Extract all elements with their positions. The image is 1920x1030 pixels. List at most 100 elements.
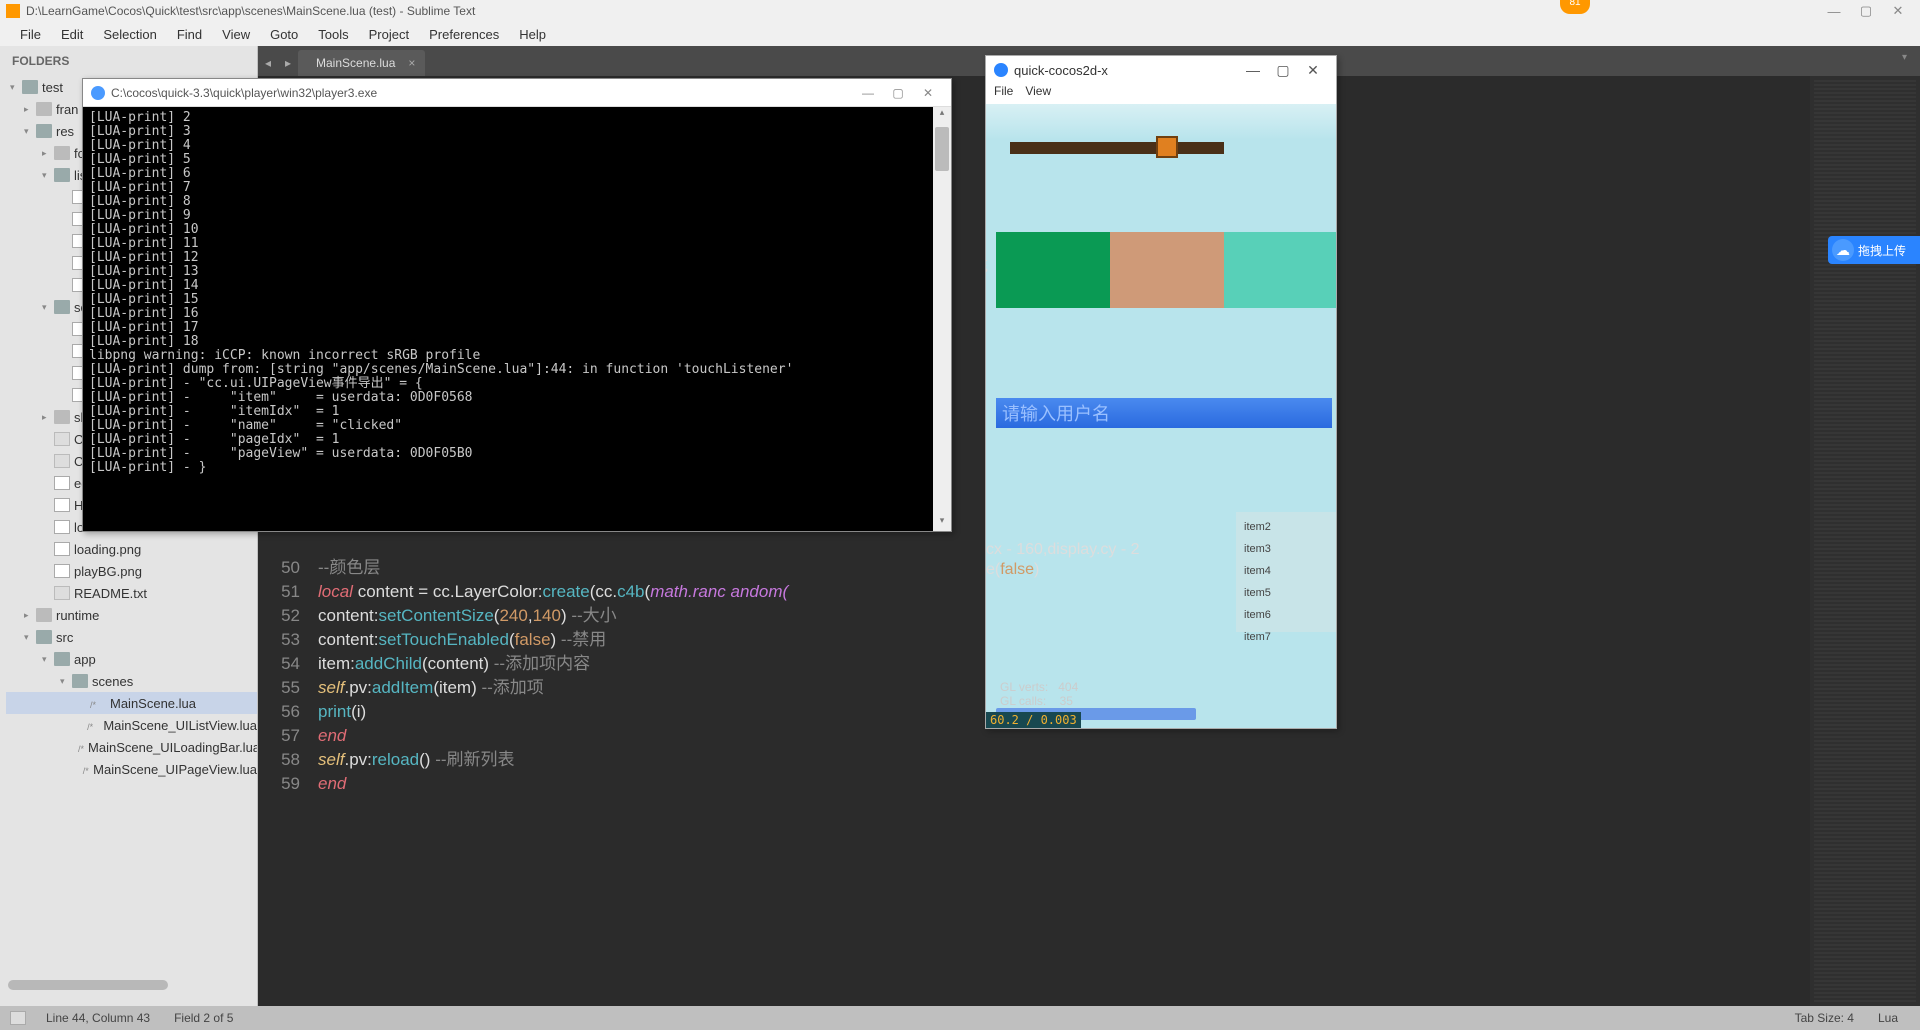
tile-green[interactable] — [996, 232, 1110, 308]
list-item[interactable]: item4 — [1244, 560, 1328, 582]
code-content: self.pv:reload() --刷新列表 — [318, 748, 515, 772]
console-scrollbar[interactable]: ▴ ▾ — [933, 107, 951, 531]
game-close[interactable]: ✕ — [1298, 62, 1328, 79]
minimize-button[interactable]: — — [1818, 4, 1850, 19]
code-content: print(i) — [318, 700, 366, 724]
tree-item[interactable]: MainScene_UIPageView.lua — [6, 758, 257, 780]
update-badge[interactable]: 81 — [1560, 0, 1590, 14]
code-content: content:setContentSize(240,140) --大小 — [318, 604, 617, 628]
game-minimize[interactable]: — — [1238, 62, 1268, 78]
close-button[interactable]: ✕ — [1882, 3, 1914, 19]
sublime-titlebar: D:\LearnGame\Cocos\Quick\test\src\app\sc… — [0, 0, 1920, 22]
sidebar-header: FOLDERS — [0, 46, 257, 76]
maximize-button[interactable]: ▢ — [1850, 3, 1882, 19]
statusbar-icon[interactable] — [10, 1011, 26, 1025]
tree-item[interactable]: ▾scenes — [6, 670, 257, 692]
tree-label: app — [74, 652, 96, 667]
list-item[interactable]: item3 — [1244, 538, 1328, 560]
status-tabsize[interactable]: Tab Size: 4 — [1783, 1011, 1866, 1025]
slider-thumb[interactable] — [1156, 136, 1178, 158]
folder-o-icon — [36, 124, 52, 138]
game-title: quick-cocos2d-x — [1014, 63, 1108, 78]
tab-close-icon[interactable]: × — [408, 56, 415, 70]
list-item[interactable]: item5 — [1244, 582, 1328, 604]
tab-nav-next[interactable]: ▸ — [278, 56, 298, 76]
console-maximize[interactable]: ▢ — [883, 86, 913, 100]
tree-label: scenes — [92, 674, 133, 689]
scroll-down-icon[interactable]: ▾ — [933, 515, 951, 531]
console-window: C:\cocos\quick-3.3\quick\player\win32\pl… — [82, 78, 952, 532]
sublime-menubar: FileEditSelectionFindViewGotoToolsProjec… — [0, 22, 1920, 46]
scroll-thumb[interactable] — [935, 127, 949, 171]
game-maximize[interactable]: ▢ — [1268, 62, 1298, 79]
tree-item[interactable]: ▾app — [6, 648, 257, 670]
input-placeholder: 请输入用户名 — [1002, 400, 1110, 426]
scroll-up-icon[interactable]: ▴ — [933, 107, 951, 123]
sidebar-hscroll-thumb[interactable] — [8, 980, 168, 990]
disclosure-icon: ▸ — [42, 412, 54, 423]
game-menu-view[interactable]: View — [1025, 84, 1051, 104]
console-minimize[interactable]: — — [853, 86, 883, 100]
tree-item[interactable]: ▸ runtime — [6, 604, 257, 626]
color-row-1 — [996, 232, 1336, 308]
tree-item[interactable]: loading.png — [6, 538, 257, 560]
menu-preferences[interactable]: Preferences — [419, 27, 509, 42]
upload-label: 拖拽上传 — [1858, 242, 1906, 259]
tree-item[interactable]: ▾src — [6, 626, 257, 648]
tab-mainscene[interactable]: MainScene.lua × — [298, 50, 425, 76]
tab-nav-prev[interactable]: ◂ — [258, 56, 278, 76]
menu-find[interactable]: Find — [167, 27, 212, 42]
game-titlebar[interactable]: quick-cocos2d-x — ▢ ✕ — [986, 56, 1336, 84]
upload-widget[interactable]: ☁ 拖拽上传 — [1828, 236, 1920, 264]
tree-item[interactable]: playBG.png — [6, 560, 257, 582]
disclosure-icon: ▸ — [24, 610, 36, 621]
slider-track[interactable] — [1010, 142, 1224, 154]
tab-overflow-icon[interactable]: ▾ — [1902, 52, 1916, 66]
status-language[interactable]: Lua — [1866, 1011, 1910, 1025]
username-input[interactable]: 请输入用户名 — [996, 398, 1332, 428]
lua-icon — [83, 762, 89, 776]
menu-edit[interactable]: Edit — [51, 27, 93, 42]
menu-help[interactable]: Help — [509, 27, 556, 42]
line-number: 58 — [258, 748, 318, 772]
minimap[interactable] — [1810, 76, 1920, 1006]
tree-item[interactable]: MainScene_UIListView.lua — [6, 714, 257, 736]
item-list[interactable]: item2item3item4item5item6item7 — [1236, 512, 1336, 632]
tree-label: runtime — [56, 608, 99, 623]
tree-item[interactable]: README.txt — [6, 582, 257, 604]
game-canvas[interactable]: 填充 请输入用户名 cx - 160,display.cy - 2 e(fals… — [986, 104, 1336, 728]
folder-icon — [54, 146, 70, 160]
tile-teal[interactable] — [1224, 232, 1336, 308]
list-item[interactable]: item6 — [1244, 604, 1328, 626]
menu-tools[interactable]: Tools — [308, 27, 358, 42]
console-titlebar[interactable]: C:\cocos\quick-3.3\quick\player\win32\pl… — [83, 79, 951, 107]
menu-project[interactable]: Project — [359, 27, 419, 42]
menu-goto[interactable]: Goto — [260, 27, 308, 42]
game-menu-file[interactable]: File — [994, 84, 1013, 104]
img-icon — [54, 520, 70, 534]
disclosure-icon: ▾ — [24, 126, 36, 137]
lua-icon — [90, 696, 106, 710]
console-close[interactable]: ✕ — [913, 86, 943, 100]
menu-view[interactable]: View — [212, 27, 260, 42]
tree-label: README.txt — [74, 586, 147, 601]
disclosure-icon: ▾ — [42, 302, 54, 313]
code-content: item:addChild(content) --添加项内容 — [318, 652, 590, 676]
menu-file[interactable]: File — [10, 27, 51, 42]
code-line[interactable]: 58 self.pv:reload() --刷新列表 — [258, 748, 1810, 772]
console-output[interactable]: [LUA-print] 2 [LUA-print] 3 [LUA-print] … — [83, 107, 933, 531]
tree-item[interactable]: MainScene.lua — [6, 692, 257, 714]
fill-label: 填充 — [986, 252, 988, 276]
line-number: 52 — [258, 604, 318, 628]
list-item[interactable]: item2 — [1244, 516, 1328, 538]
tree-item[interactable]: MainScene_UILoadingBar.lua — [6, 736, 257, 758]
menu-selection[interactable]: Selection — [93, 27, 166, 42]
window-title: D:\LearnGame\Cocos\Quick\test\src\app\sc… — [26, 4, 475, 18]
tile-tan[interactable] — [1110, 232, 1224, 308]
line-number: 50 — [258, 556, 318, 580]
code-line[interactable]: 59end — [258, 772, 1810, 796]
game-app-icon — [994, 63, 1008, 77]
code-content: end — [318, 772, 346, 796]
line-number: 59 — [258, 772, 318, 796]
fps-counter: 60.2 / 0.003 — [986, 712, 1081, 728]
